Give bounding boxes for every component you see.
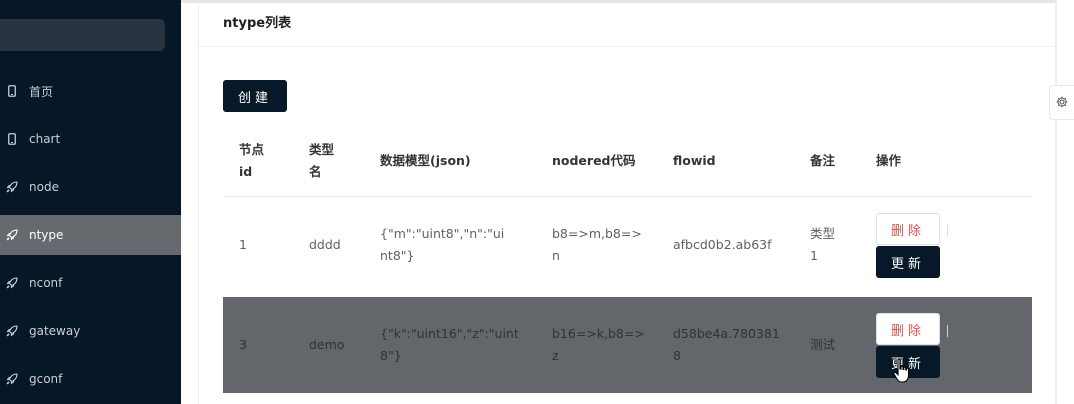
sidebar-item-label: ntype [29, 228, 64, 242]
right-scroll-area [1056, 0, 1074, 404]
gear-icon [1056, 93, 1068, 112]
update-button[interactable]: 更新 [876, 346, 940, 378]
title-divider [199, 46, 1055, 47]
delete-button[interactable]: 删除 [876, 313, 940, 345]
sidebar-item-chart[interactable]: chart [0, 119, 181, 159]
column-header-flowid: flowid [673, 153, 716, 168]
delete-button[interactable]: 删除 [876, 213, 940, 245]
app-root: 首页 chart node ntype nconf gateway gconf … [0, 0, 1074, 404]
cell-remark: 测试 [810, 337, 836, 352]
column-header-actions: 操作 [876, 153, 902, 168]
column-header-node-id: 节点id [239, 142, 265, 179]
cell-divider [947, 325, 948, 337]
mobile-icon [6, 132, 18, 146]
page-title: ntype列表 [223, 16, 292, 31]
sidebar-item-label: gateway [29, 324, 81, 338]
column-header-data-model: 数据模型(json) [380, 153, 471, 168]
cell-flowid: afbcd0b2.ab63f [673, 237, 772, 252]
rocket-icon [6, 276, 18, 290]
sidebar-item-label: 首页 [29, 84, 54, 99]
rocket-icon [6, 372, 18, 386]
update-button[interactable]: 更新 [876, 246, 940, 278]
cell-flowid: d58be4a.7803818 [673, 326, 780, 363]
cell-node-id: 3 [239, 337, 247, 352]
rocket-icon [6, 180, 18, 194]
cell-type-name: demo [309, 337, 345, 352]
mobile-icon [6, 84, 18, 98]
table-row: 3 demo {"k":"uint16","z":"uint8"} b16=>k… [223, 297, 1032, 393]
rocket-icon [6, 324, 18, 338]
sidebar-item-nconf[interactable]: nconf [0, 263, 181, 303]
column-header-type-name: 类型名 [309, 142, 335, 179]
sidebar-item-ntype[interactable]: ntype [0, 215, 181, 255]
sidebar-item-label: gconf [29, 372, 63, 386]
sidebar-logo [0, 19, 165, 51]
sidebar-item-label: chart [29, 132, 61, 146]
cell-divider [947, 225, 948, 237]
sidebar-item-home[interactable]: 首页 [0, 71, 181, 111]
cell-data-model: {"m":"uint8","n":"uint8"} [380, 226, 505, 263]
column-header-remark: 备注 [810, 153, 836, 168]
sidebar-item-gateway[interactable]: gateway [0, 311, 181, 351]
cell-data-model: {"k":"uint16","z":"uint8"} [380, 326, 519, 363]
cell-nodered-code: b16=>k,b8=>z [552, 326, 645, 363]
sidebar-item-node[interactable]: node [0, 167, 181, 207]
ntype-card: ntype列表 创建 节点id 类型名 数据模型(json) nodered代码… [198, 3, 1056, 404]
sidebar: 首页 chart node ntype nconf gateway gconf [0, 0, 181, 404]
cell-node-id: 1 [239, 237, 247, 252]
table-row: 1 dddd {"m":"uint8","n":"uint8"} b8=>m,b… [223, 197, 1032, 293]
column-header-nodered-code: nodered代码 [552, 153, 636, 168]
cell-remark: 类型1 [810, 226, 836, 263]
sidebar-item-label: node [29, 180, 59, 194]
rocket-icon [6, 228, 18, 242]
settings-tab[interactable] [1049, 85, 1074, 120]
sidebar-item-gconf[interactable]: gconf [0, 359, 181, 399]
cell-nodered-code: b8=>m,b8=>n [552, 226, 642, 263]
cell-type-name: dddd [309, 237, 341, 252]
create-button[interactable]: 创建 [223, 80, 287, 112]
sidebar-item-label: nconf [29, 276, 63, 290]
